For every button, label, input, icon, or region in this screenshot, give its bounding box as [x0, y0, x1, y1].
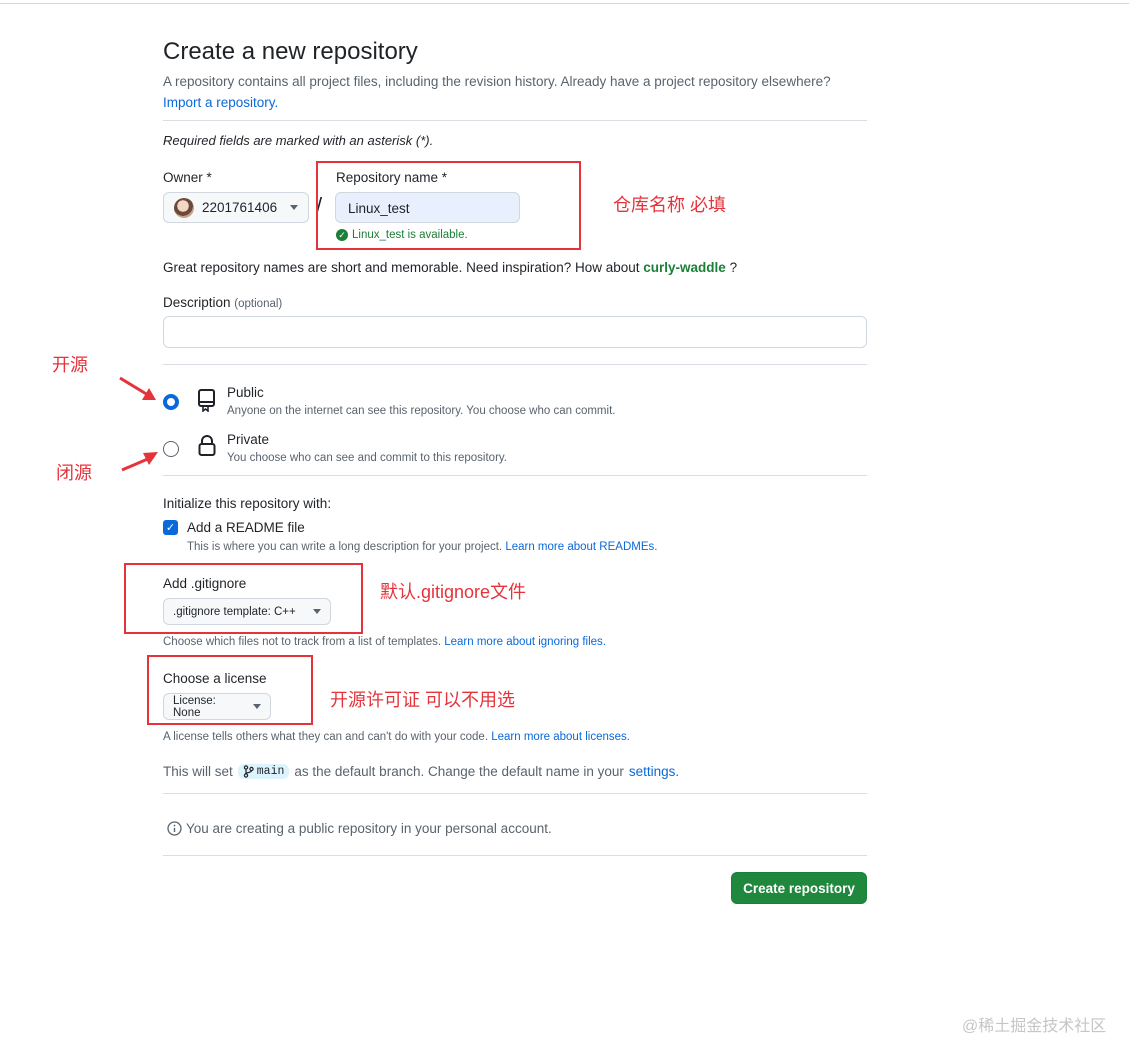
public-description: Anyone on the internet can see this repo… [227, 405, 616, 417]
repo-icon [198, 389, 215, 412]
owner-value: 2201761406 [202, 200, 278, 215]
public-label: Public [227, 385, 264, 400]
divider [163, 120, 867, 121]
annotation-gitignore: 默认.gitignore文件 [380, 582, 527, 602]
license-description-row: A license tells others what they can and… [163, 731, 630, 743]
branch-name: main [256, 765, 285, 778]
lock-icon [198, 435, 216, 456]
license-description: A license tells others what they can and… [163, 731, 489, 743]
public-notice: You are creating a public repository in … [167, 821, 552, 836]
watermark: @稀土掘金技术社区 [962, 1018, 1107, 1035]
divider [163, 855, 867, 856]
divider [163, 475, 867, 476]
gitignore-description-row: Choose which files not to track from a l… [163, 636, 606, 648]
import-repository-link[interactable]: Import a repository. [163, 95, 278, 110]
annotation-open-source: 开源 [52, 355, 88, 375]
arrow-icon [121, 452, 158, 472]
init-heading: Initialize this repository with: [163, 496, 332, 511]
divider [163, 364, 867, 365]
divider [163, 793, 867, 794]
page-subtitle: A repository contains all project files,… [163, 74, 831, 89]
notice-text: You are creating a public repository in … [186, 821, 552, 836]
page-title: Create a new repository [163, 38, 418, 65]
branch-name-badge: main [237, 764, 290, 779]
suggestion-suffix: ? [729, 260, 738, 275]
description-label: Description [163, 295, 231, 310]
owner-select[interactable]: 2201761406 [163, 192, 309, 223]
private-description: You choose who can see and commit to thi… [227, 452, 507, 464]
readme-checkbox[interactable]: ✓ [163, 520, 178, 535]
annotation-box-license [147, 655, 313, 725]
branch-middle: as the default branch. Change the defaul… [294, 764, 624, 779]
owner-label: Owner * [163, 170, 212, 185]
annotation-box-repo-name [316, 161, 581, 250]
description-input[interactable] [163, 316, 867, 348]
create-repository-button[interactable]: Create repository [731, 872, 867, 904]
license-learn-more-link[interactable]: Learn more about licenses. [491, 731, 630, 743]
gitignore-description: Choose which files not to track from a l… [163, 636, 442, 648]
description-optional: (optional) [234, 298, 283, 310]
suggested-name[interactable]: curly-waddle [643, 260, 726, 275]
default-branch-row: This will set main as the default branch… [163, 764, 679, 779]
public-radio[interactable] [163, 394, 179, 410]
annotation-closed-source: 闭源 [56, 463, 92, 483]
readme-description: This is where you can write a long descr… [187, 541, 503, 553]
info-icon [167, 821, 182, 836]
arrow-icon [119, 376, 156, 400]
top-border [0, 3, 1129, 4]
branch-prefix: This will set [163, 764, 233, 779]
suggestion-line: Great repository names are short and mem… [163, 260, 737, 275]
chevron-down-icon [290, 205, 298, 210]
suggestion-text: Great repository names are short and mem… [163, 260, 640, 275]
readme-description-row: This is where you can write a long descr… [187, 541, 657, 553]
annotation-repo-name: 仓库名称 必填 [613, 195, 727, 215]
avatar [174, 197, 194, 218]
gitignore-learn-more-link[interactable]: Learn more about ignoring files. [444, 636, 606, 648]
annotation-box-gitignore [124, 563, 363, 634]
settings-link[interactable]: settings. [629, 764, 679, 779]
readme-learn-more-link[interactable]: Learn more about READMEs. [505, 541, 657, 553]
private-radio[interactable] [163, 441, 179, 457]
description-label-row: Description (optional) [163, 295, 282, 310]
private-label: Private [227, 432, 270, 447]
required-note: Required fields are marked with an aster… [163, 133, 434, 148]
git-branch-icon [243, 765, 254, 778]
annotation-license: 开源许可证 可以不用选 [330, 690, 515, 710]
readme-label: Add a README file [187, 520, 305, 535]
